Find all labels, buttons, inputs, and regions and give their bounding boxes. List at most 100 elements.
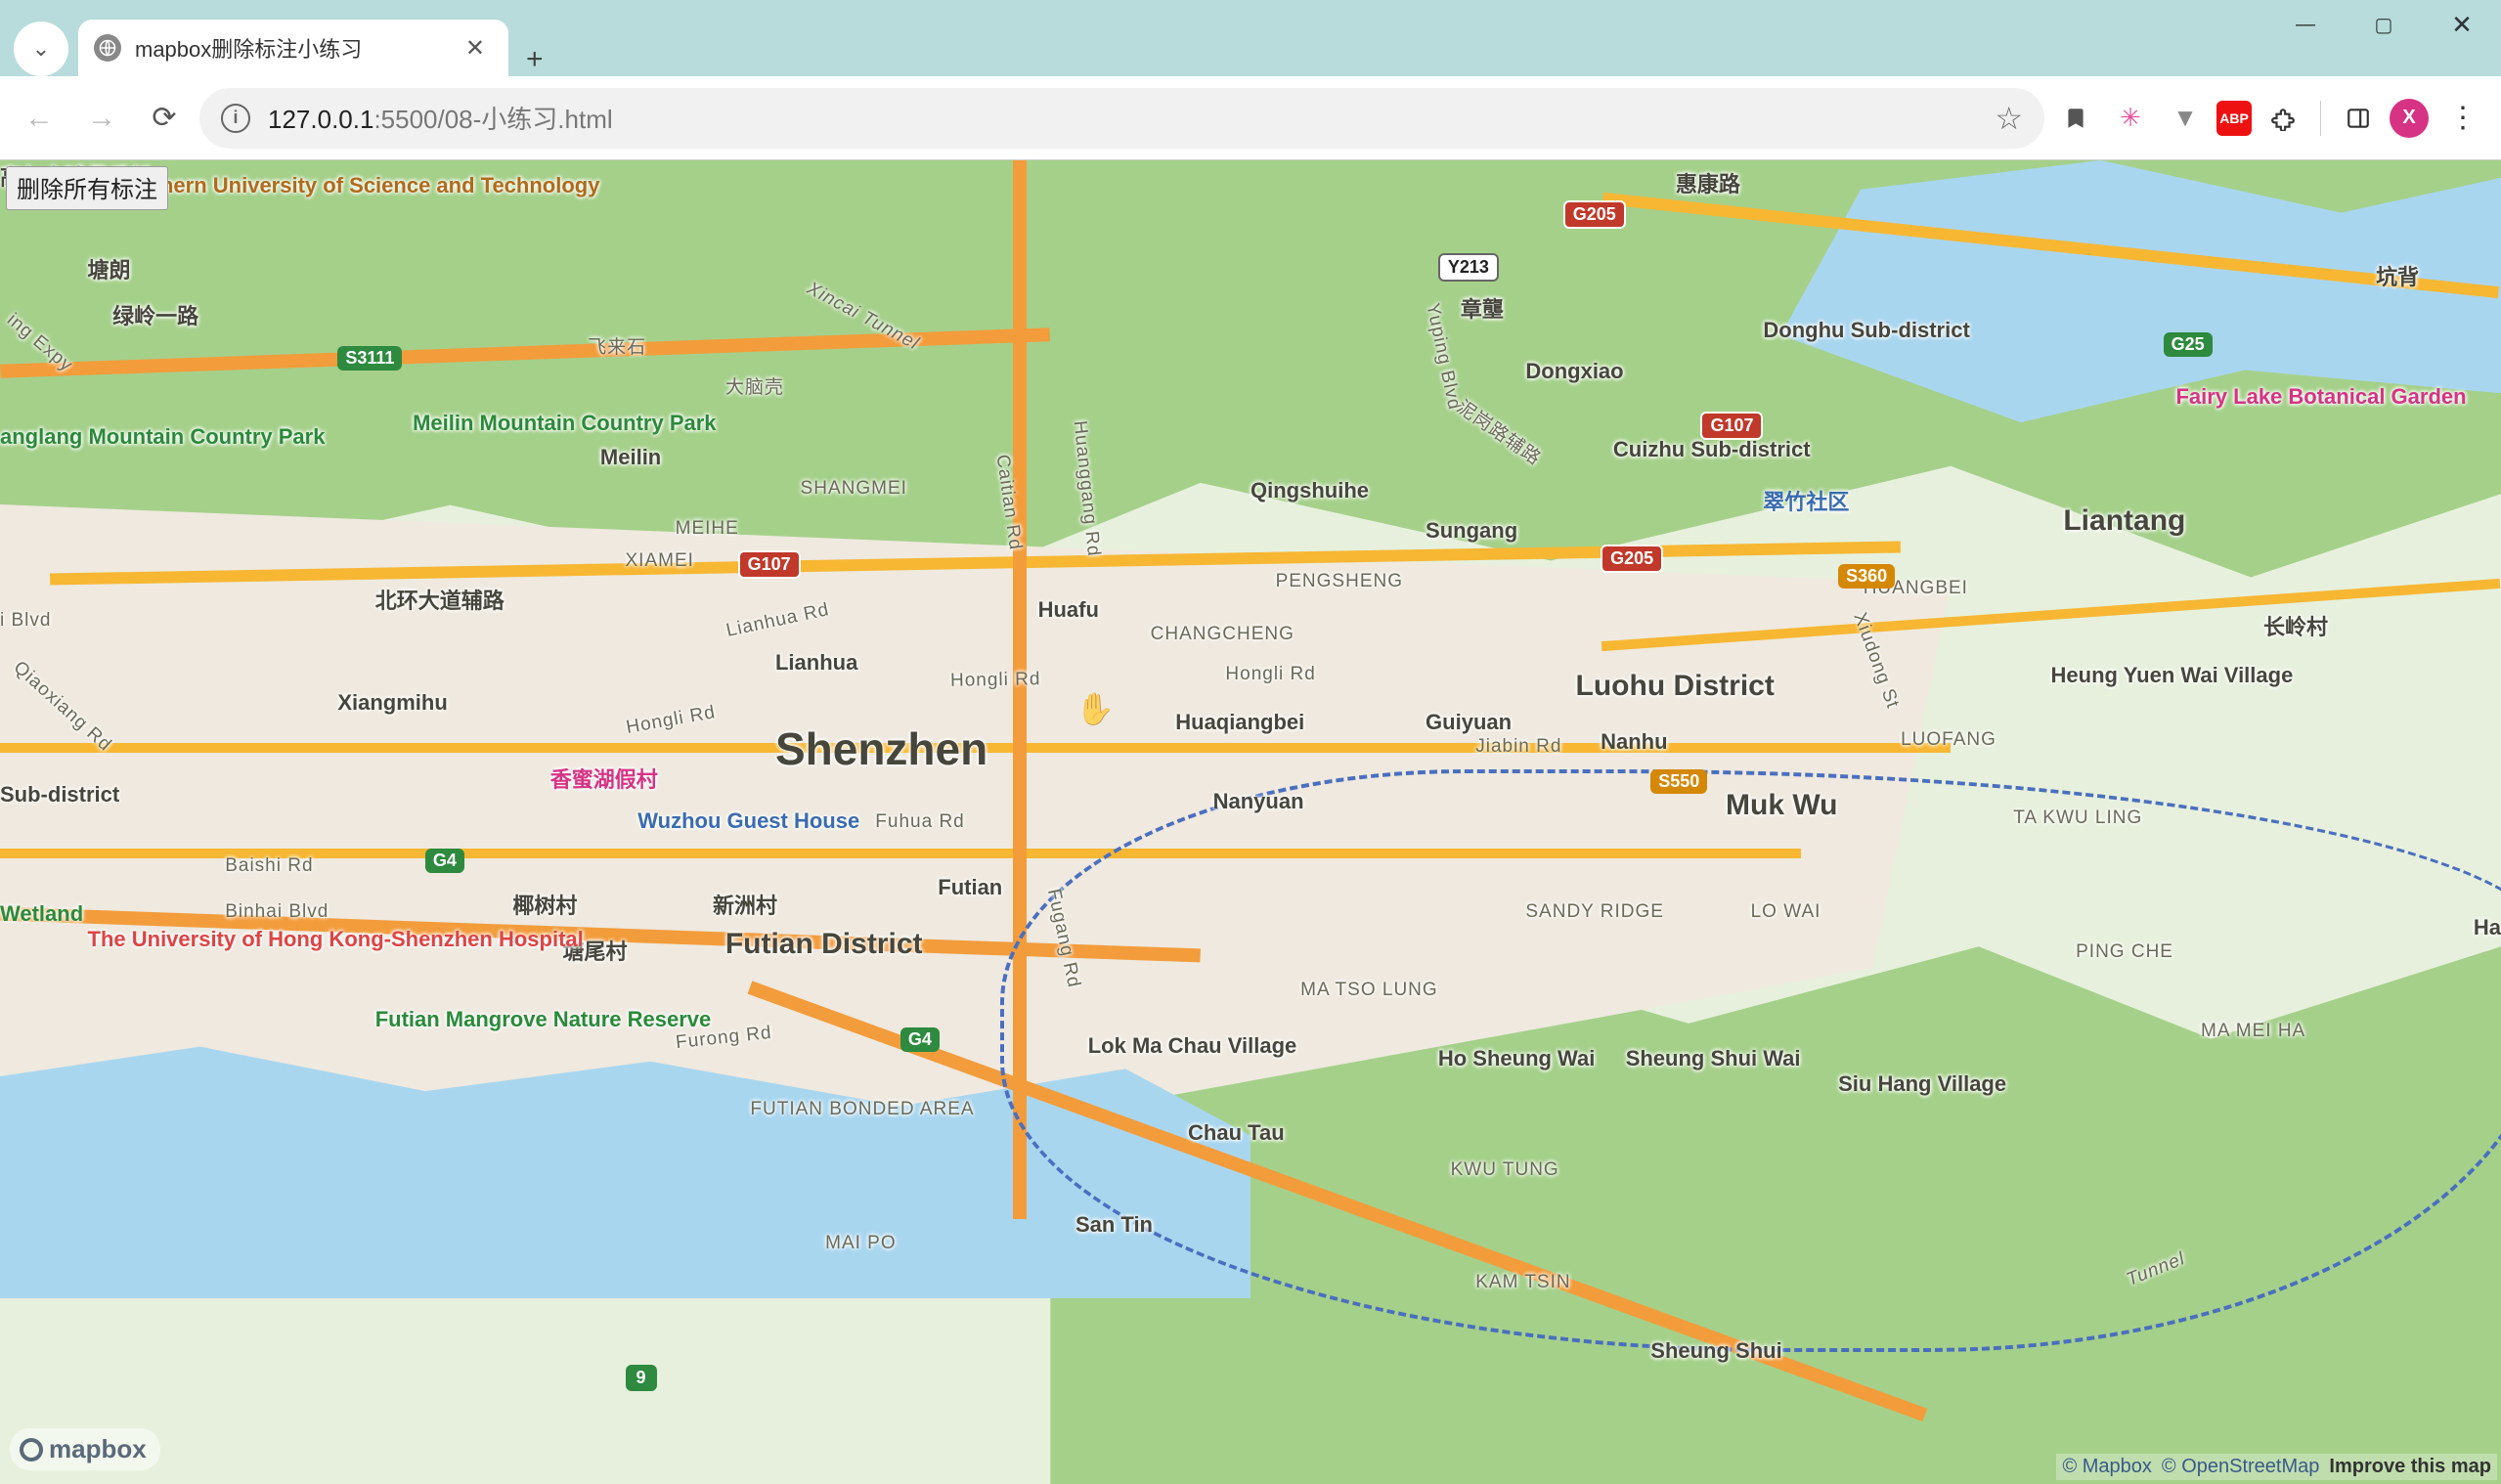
nav-back-button[interactable]: ← bbox=[12, 91, 66, 146]
attribution-improve-link[interactable]: Improve this map bbox=[2329, 1456, 2491, 1478]
shield-g205-b: G205 bbox=[1601, 545, 1663, 573]
label-sub: Sub-district bbox=[0, 782, 119, 807]
browser-toolbar: ← → ⟳ i 127.0.0.1:5500/08-小练习.html ☆ ✳ ▼… bbox=[0, 76, 2501, 160]
shield-9: 9 bbox=[626, 1365, 657, 1391]
label-heungyuen: Heung Yuen Wai Village bbox=[2051, 664, 2294, 687]
mapbox-map[interactable]: 删除所有标注 Shenzhen Luohu District Futian Di… bbox=[0, 160, 2501, 1484]
label-liantang: Liantang bbox=[2063, 504, 2185, 538]
map-attribution: © Mapbox © OpenStreetMap Improve this ma… bbox=[2056, 1454, 2497, 1480]
browser-menu-button[interactable]: ⋮ bbox=[2436, 101, 2489, 135]
shield-g4-b: G4 bbox=[900, 1027, 940, 1052]
window-titlebar: ⌄ mapbox删除标注小练习 ✕ + — ▢ ✕ bbox=[0, 0, 2501, 76]
label-cz-cn: 翠竹社区 bbox=[1763, 485, 1849, 516]
extension-claude-icon[interactable]: ✳ bbox=[2107, 95, 2154, 142]
mapbox-logo-icon bbox=[20, 1438, 43, 1462]
label-meilinpark: Meilin Mountain Country Park bbox=[413, 412, 716, 435]
window-close-button[interactable]: ✕ bbox=[2423, 0, 2501, 49]
extension-vue-icon[interactable]: ▼ bbox=[2162, 95, 2209, 142]
toolbar-separator bbox=[2320, 101, 2321, 136]
bookmark-star-icon[interactable]: ☆ bbox=[1995, 100, 2023, 137]
tab-close-icon[interactable]: ✕ bbox=[458, 30, 493, 66]
label-kwutung: KWU TUNG bbox=[1451, 1159, 1559, 1181]
road-label-binhai: Binhai Blvd bbox=[225, 901, 329, 923]
window-maximize-button[interactable]: ▢ bbox=[2345, 0, 2423, 49]
label-tangbei: 坑背 bbox=[2376, 260, 2419, 291]
reading-list-icon[interactable] bbox=[2052, 95, 2099, 142]
road-label-jiabin: Jiabin Rd bbox=[1475, 736, 1561, 758]
road-label-hongli: Hongli Rd bbox=[950, 669, 1041, 692]
arrow-right-icon: → bbox=[87, 102, 116, 135]
label-beihuan: 北环大道辅路 bbox=[375, 584, 505, 615]
label-mameiha: MA MEI HA bbox=[2201, 1021, 2305, 1042]
label-sungang: Sungang bbox=[1426, 518, 1517, 544]
label-xiamei: XIAMEI bbox=[626, 550, 694, 572]
mapbox-logo[interactable]: mapbox bbox=[10, 1428, 160, 1470]
label-siuhang: Siu Hang Village bbox=[1838, 1071, 2006, 1097]
label-xinzhou: 新洲村 bbox=[713, 889, 777, 920]
new-tab-button[interactable]: + bbox=[526, 43, 544, 76]
browser-tab-active[interactable]: mapbox删除标注小练习 ✕ bbox=[78, 20, 508, 76]
label-fairylake: Fairy Lake Botanical Garden bbox=[2175, 385, 2466, 409]
label-donghu: Donghu Sub-district bbox=[1763, 319, 1969, 342]
address-bar[interactable]: i 127.0.0.1:5500/08-小练习.html ☆ bbox=[199, 88, 2044, 149]
label-chautau: Chau Tau bbox=[1188, 1120, 1285, 1146]
shield-g107-a: G107 bbox=[738, 550, 801, 579]
extension-abp-icon[interactable]: ABP bbox=[2216, 101, 2252, 136]
label-kamtsin: KAM TSIN bbox=[1475, 1272, 1570, 1293]
nav-reload-button[interactable]: ⟳ bbox=[137, 91, 192, 146]
globe-icon bbox=[94, 34, 121, 62]
label-changling: 长岭村 bbox=[2263, 610, 2328, 641]
label-matsolung: MA TSO LUNG bbox=[1300, 981, 1438, 1001]
label-mukwu: Muk Wu bbox=[1726, 789, 1837, 822]
attribution-osm-link[interactable]: © OpenStreetMap bbox=[2162, 1456, 2319, 1478]
delete-all-markers-button[interactable]: 删除所有标注 bbox=[6, 166, 168, 210]
label-lowai: LO WAI bbox=[1751, 901, 1821, 923]
road-label-baishi: Baishi Rd bbox=[225, 855, 313, 877]
label-pengsheng: PENGSHENG bbox=[1276, 571, 1403, 592]
label-sheungshui2: Sheung Shui bbox=[1650, 1338, 1781, 1364]
label-futianbonded: FUTIAN BONDED AREA bbox=[750, 1100, 974, 1120]
label-huikanglu: 惠康路 bbox=[1676, 167, 1740, 198]
label-nanyuan: Nanyuan bbox=[1213, 789, 1304, 814]
label-huafu: Huafu bbox=[1038, 597, 1099, 623]
arrow-left-icon: ← bbox=[24, 102, 54, 135]
label-ha: Ha bbox=[2474, 915, 2501, 940]
label-lianhua: Lianhua bbox=[775, 650, 857, 676]
label-meilin: Meilin bbox=[600, 445, 661, 470]
label-falai: 飞来石 bbox=[588, 332, 646, 359]
profile-avatar[interactable]: X bbox=[2390, 99, 2429, 138]
label-maipo: MAI PO bbox=[825, 1233, 897, 1254]
window-minimize-button[interactable]: — bbox=[2266, 0, 2345, 49]
label-sandyridge: SANDY RIDGE bbox=[1525, 901, 1664, 923]
label-santin: San Tin bbox=[1075, 1212, 1153, 1238]
site-info-icon[interactable]: i bbox=[221, 104, 250, 133]
label-cuizhu: Cuizhu Sub-district bbox=[1613, 438, 1811, 461]
label-tanglangpark: anglang Mountain Country Park bbox=[0, 425, 325, 449]
label-hosheung: Ho Sheung Wai bbox=[1438, 1047, 1596, 1070]
shield-s3111: S3111 bbox=[337, 346, 402, 371]
tab-title: mapbox删除标注小练习 bbox=[135, 32, 444, 64]
label-futian-district: Futian District bbox=[725, 928, 923, 961]
road-label-fuhua: Fuhua Rd bbox=[875, 811, 964, 833]
label-changcheng: CHANGCHENG bbox=[1151, 624, 1294, 645]
label-guiyuan: Guiyuan bbox=[1426, 710, 1512, 735]
mapbox-logo-text: mapbox bbox=[49, 1434, 147, 1464]
extensions-menu-icon[interactable] bbox=[2260, 95, 2306, 142]
shield-y213: Y213 bbox=[1438, 253, 1499, 282]
shield-s550: S550 bbox=[1650, 769, 1707, 794]
label-meihe: MEIHE bbox=[676, 518, 739, 540]
nav-forward-button[interactable]: → bbox=[74, 91, 129, 146]
label-wetland: Wetland bbox=[0, 901, 83, 927]
label-shangmei: SHANGMEI bbox=[801, 478, 907, 500]
label-yeshu: 椰树村 bbox=[512, 889, 577, 920]
shield-g25: G25 bbox=[2164, 332, 2213, 357]
label-qingshuihe: Qingshuihe bbox=[1250, 478, 1369, 503]
attribution-mapbox-link[interactable]: © Mapbox bbox=[2062, 1456, 2151, 1478]
label-pingche: PING CHE bbox=[2076, 941, 2173, 963]
label-sheungshui: Sheung Shui Wai bbox=[1626, 1047, 1801, 1070]
label-hku: The University of Hong Kong-Shenzhen Hos… bbox=[88, 928, 584, 950]
tabs-dropdown[interactable]: ⌄ bbox=[14, 22, 68, 76]
shield-s360: S360 bbox=[1838, 564, 1895, 589]
label-mangrove: Futian Mangrove Nature Reserve bbox=[375, 1008, 712, 1031]
side-panel-icon[interactable] bbox=[2335, 95, 2382, 142]
